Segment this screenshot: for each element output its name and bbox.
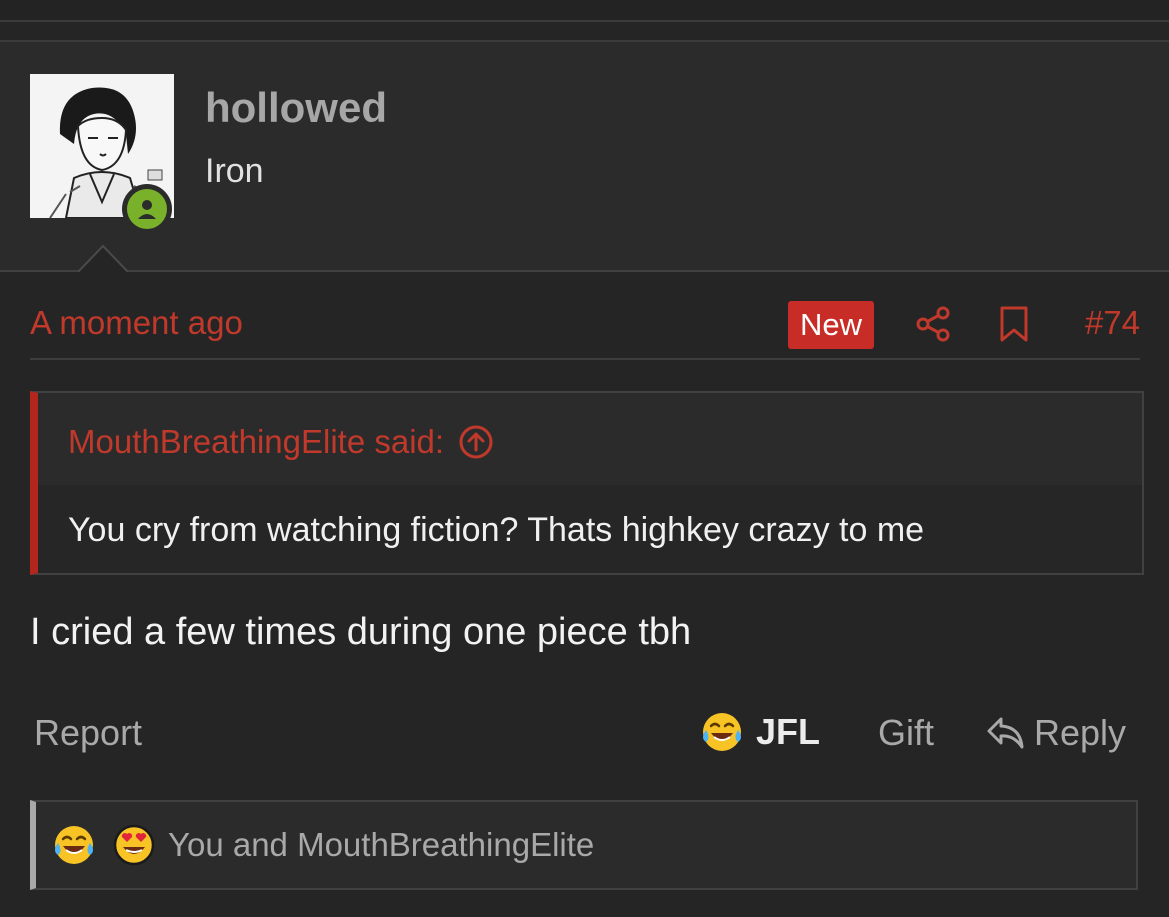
post-actions: Report JFL Gift Reply — [30, 710, 1140, 760]
reply-label[interactable]: Reply — [1034, 712, 1126, 754]
reaction-button[interactable]: JFL — [700, 710, 820, 754]
gift-button[interactable]: Gift — [878, 712, 934, 754]
post-message: I cried a few times during one piece tbh — [30, 611, 692, 653]
reaction-label[interactable]: JFL — [756, 711, 820, 753]
post-meta: A moment ago New #74 — [30, 270, 1140, 360]
quote-author[interactable]: MouthBreathingElite said: — [68, 423, 444, 461]
post-time[interactable]: A moment ago — [30, 304, 243, 342]
laughing-tears-emoji — [55, 826, 93, 864]
heart-eyes-emoji — [113, 824, 155, 866]
post-pointer-arrow — [78, 244, 128, 272]
reply-button[interactable]: Reply — [986, 712, 1126, 754]
user-status-indicator — [122, 184, 172, 234]
reactions-summary-text[interactable]: You and MouthBreathingElite — [168, 826, 594, 864]
arrow-up-circle-icon[interactable] — [458, 424, 494, 460]
quote-body: You cry from watching fiction? Thats hig… — [38, 485, 1142, 573]
quote-block: MouthBreathingElite said: You cry from w… — [30, 391, 1144, 575]
report-button[interactable]: Report — [34, 712, 142, 754]
reply-icon — [987, 717, 1024, 749]
user-status-icon — [127, 189, 167, 229]
reactions-summary[interactable]: You and MouthBreathingElite — [30, 800, 1138, 890]
top-divider — [0, 0, 1169, 22]
user-title: Iron — [205, 152, 264, 190]
share-icon[interactable] — [915, 306, 951, 342]
quote-header[interactable]: MouthBreathingElite said: — [68, 423, 494, 461]
post-user-block: hollowed Iron — [0, 40, 1169, 272]
quote-text: You cry from watching fiction? Thats hig… — [68, 511, 925, 549]
username[interactable]: hollowed — [205, 84, 387, 132]
laughing-tears-emoji — [703, 713, 741, 751]
post: A moment ago New #74 MouthBreathingElite… — [30, 270, 1144, 890]
post-number[interactable]: #74 — [1085, 304, 1140, 342]
new-badge: New — [788, 301, 875, 349]
bookmark-icon[interactable] — [998, 306, 1030, 342]
